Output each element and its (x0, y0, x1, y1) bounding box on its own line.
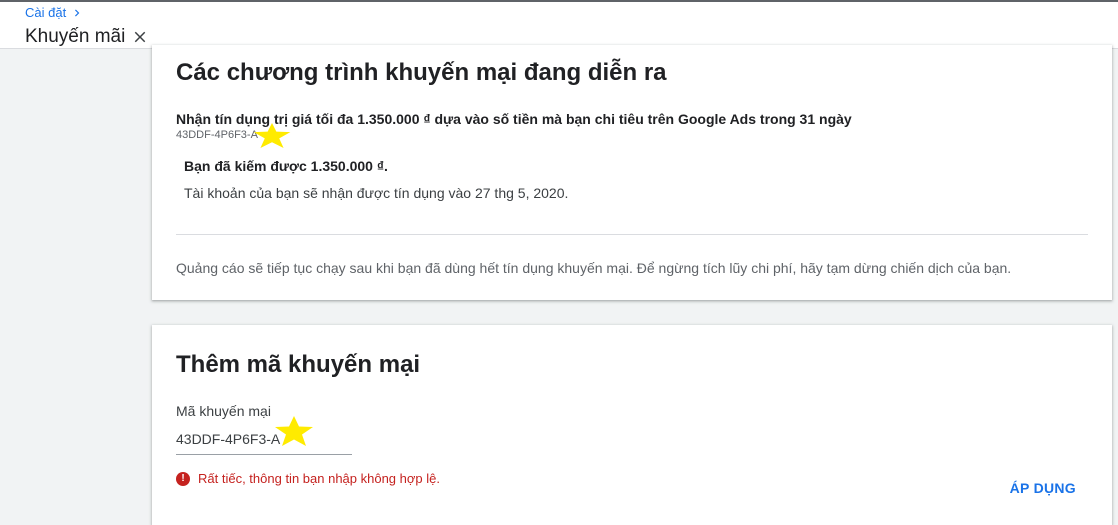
credit-date-note: Tài khoản của bạn sẽ nhận được tín dụng … (184, 185, 569, 201)
error-message: ! Rất tiếc, thông tin bạn nhập không hợp… (176, 471, 440, 486)
top-bar: Cài đặt Khuyến mãi (0, 0, 1118, 49)
promo-code-input[interactable] (176, 424, 352, 455)
page-title: Khuyến mãi (25, 26, 126, 47)
apply-button[interactable]: ÁP DỤNG (1010, 480, 1076, 496)
campaign-footnote: Quảng cáo sẽ tiếp tục chạy sau khi bạn đ… (176, 260, 1012, 276)
close-icon[interactable] (131, 28, 149, 46)
active-promotions-card: Các chương trình khuyến mại đang diễn ra… (152, 45, 1112, 300)
error-text: Rất tiếc, thông tin bạn nhập không hợp l… (198, 471, 440, 486)
divider (176, 234, 1088, 235)
breadcrumb-settings[interactable]: Cài đặt (25, 5, 66, 20)
breadcrumb[interactable]: Cài đặt (25, 5, 84, 20)
error-icon: ! (176, 471, 190, 486)
earned-amount: Bạn đã kiếm được 1.350.000 ₫. (184, 158, 388, 174)
chevron-right-icon (75, 9, 80, 16)
promo-code-label: Mã khuyến mại (176, 403, 271, 419)
promo-code: 43DDF-4P6F3-A (176, 129, 258, 141)
page-title-row: Khuyến mãi (25, 26, 149, 48)
star-redaction-icon (253, 122, 291, 149)
add-promo-code-card: Thêm mã khuyến mại Mã khuyến mại ! Rất t… (152, 325, 1112, 525)
star-redaction-icon (275, 416, 313, 446)
active-promotions-heading: Các chương trình khuyến mại đang diễn ra (176, 59, 667, 86)
add-promo-heading: Thêm mã khuyến mại (176, 351, 421, 378)
